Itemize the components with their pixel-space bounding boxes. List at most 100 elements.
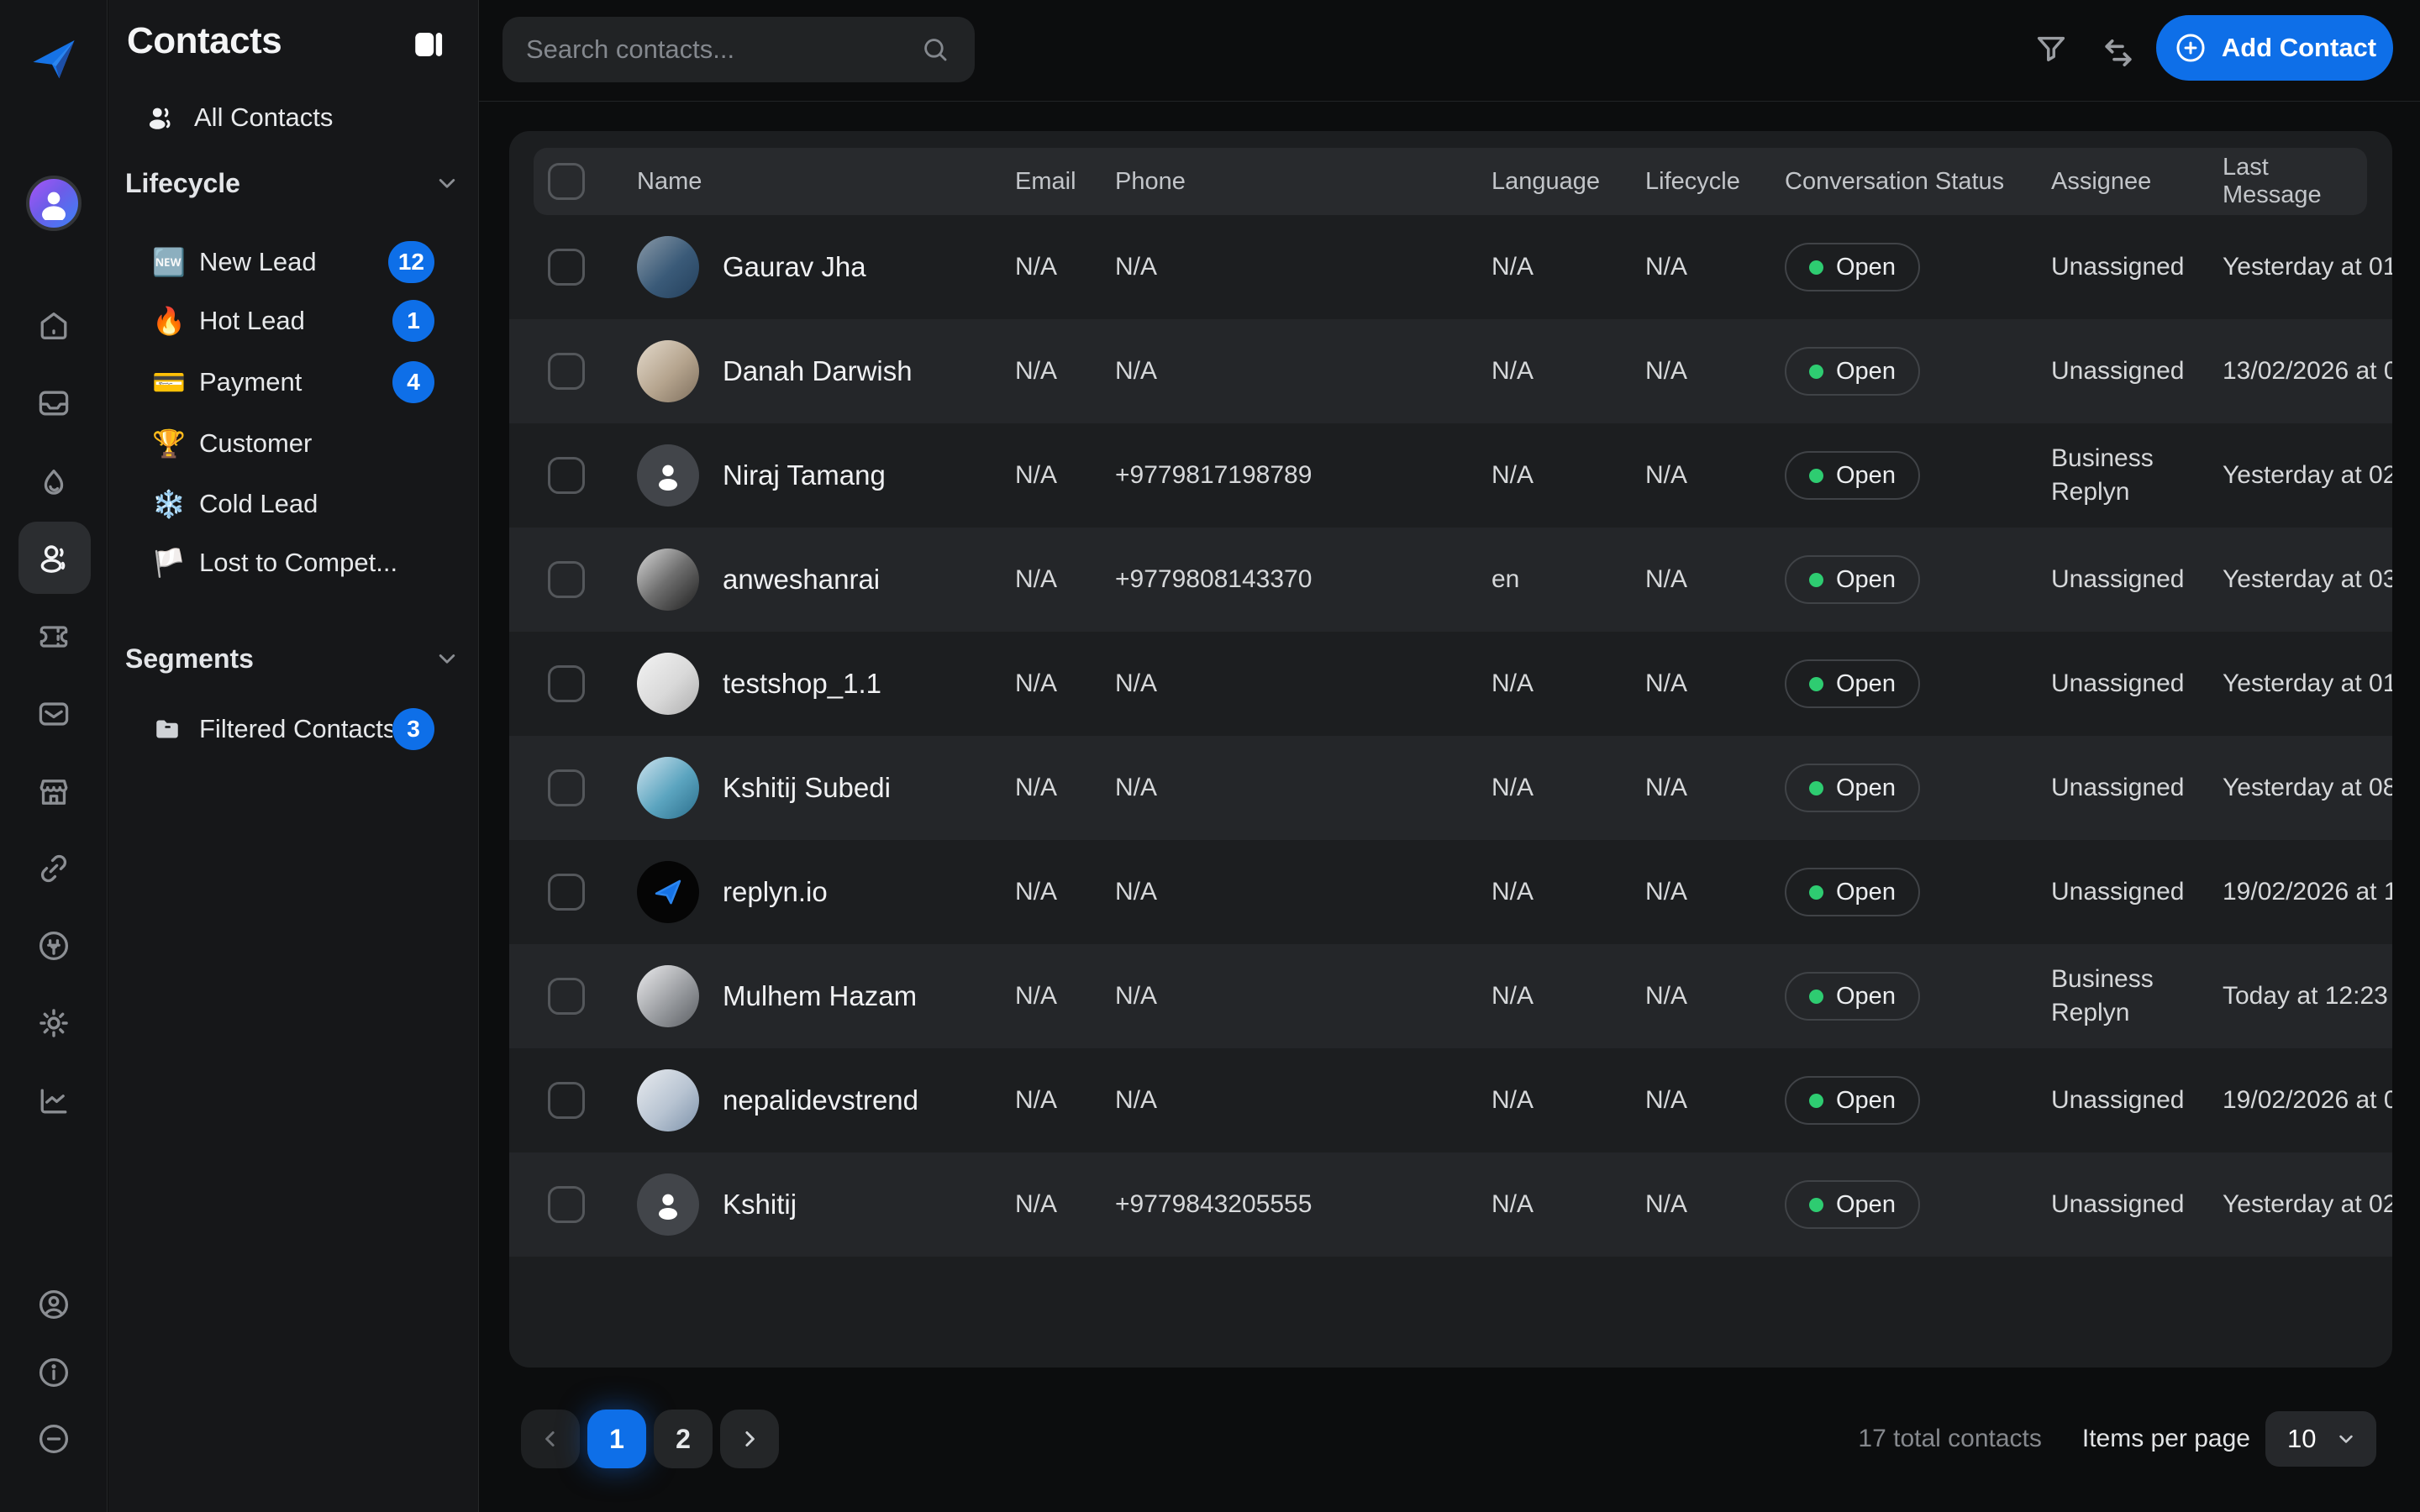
table-row[interactable]: Niraj Tamang N/A +9779817198789 N/A N/A … [509, 423, 2392, 528]
swap-arrows-icon[interactable] [2099, 34, 2138, 72]
row-checkbox[interactable] [548, 1082, 585, 1119]
avatar [637, 965, 699, 1027]
cold-lead-icon: ❄️ [152, 488, 199, 520]
customer-icon: 🏆 [152, 428, 199, 459]
status-dot [1809, 781, 1823, 795]
plug-icon[interactable] [35, 927, 72, 964]
col-header-language[interactable]: Language [1491, 168, 1645, 196]
next-page-button[interactable] [720, 1410, 779, 1468]
page-1-button[interactable]: 1 [587, 1410, 646, 1468]
sidebar-item-cold-lead[interactable]: ❄️ Cold Lead [142, 475, 465, 533]
table-row[interactable]: testshop_1.1 N/A N/A N/A N/A Open Unassi… [509, 632, 2392, 736]
flame-icon[interactable] [35, 465, 72, 501]
account-icon[interactable] [35, 1286, 72, 1323]
table-row[interactable]: replyn.io N/A N/A N/A N/A Open Unassigne… [509, 840, 2392, 944]
status-dot [1809, 1094, 1823, 1108]
replyn-logo-icon [28, 33, 80, 85]
sidebar-item-filtered-contacts[interactable]: Filtered Contacts 3 [142, 700, 465, 759]
avatar [637, 861, 699, 923]
workspace-avatar[interactable] [26, 176, 82, 231]
table-row[interactable]: anweshanrai N/A +9779808143370 en N/A Op… [509, 528, 2392, 632]
contacts-icon[interactable] [34, 538, 73, 577]
col-header-last-message[interactable]: Last Message [2223, 154, 2367, 209]
col-header-lifecycle[interactable]: Lifecycle [1645, 168, 1785, 196]
search-box [502, 17, 975, 82]
table-row[interactable]: Mulhem Hazam N/A N/A N/A N/A Open Busine… [509, 944, 2392, 1048]
sidebar-item-label: All Contacts [194, 102, 333, 133]
col-header-phone[interactable]: Phone [1115, 168, 1491, 196]
topbar-divider [479, 101, 2420, 102]
chevron-right-icon [737, 1426, 762, 1452]
status-badge: Open [1785, 243, 1920, 291]
row-checkbox[interactable] [548, 978, 585, 1015]
row-checkbox[interactable] [548, 249, 585, 286]
col-header-conversation-status[interactable]: Conversation Status [1785, 168, 2051, 196]
sidebar-item-all-contacts[interactable]: All Contacts [122, 91, 465, 144]
status-dot [1809, 1198, 1823, 1212]
users-icon [145, 102, 176, 133]
col-header-assignee[interactable]: Assignee [2051, 168, 2223, 196]
sidebar-item-payment[interactable]: 💳 Payment 4 [142, 353, 465, 412]
row-checkbox[interactable] [548, 769, 585, 806]
col-header-name[interactable]: Name [637, 168, 1015, 196]
status-dot [1809, 469, 1823, 483]
select-all-checkbox[interactable] [548, 163, 585, 200]
col-header-email[interactable]: Email [1015, 168, 1115, 196]
row-checkbox[interactable] [548, 665, 585, 702]
add-contact-button[interactable]: Add Contact [2156, 15, 2393, 81]
table-row[interactable]: Gaurav Jha N/A N/A N/A N/A Open Unassign… [509, 215, 2392, 319]
settings-icon[interactable] [35, 1005, 72, 1042]
sidebar-item-lost-to-competitor[interactable]: 🏳️ Lost to Compet... [142, 533, 465, 592]
collapse-sidebar-icon[interactable] [411, 27, 446, 62]
status-badge: Open [1785, 972, 1920, 1021]
row-checkbox[interactable] [548, 353, 585, 390]
sidebar-item-customer[interactable]: 🏆 Customer [142, 414, 465, 473]
mail-icon[interactable] [35, 696, 72, 732]
status-dot [1809, 885, 1823, 900]
lifecycle-section-header[interactable]: Lifecycle [125, 166, 461, 200]
row-checkbox[interactable] [548, 561, 585, 598]
payment-icon: 💳 [152, 366, 199, 398]
minimize-icon[interactable] [35, 1420, 72, 1457]
status-dot [1809, 573, 1823, 587]
hot-lead-icon: 🔥 [152, 305, 199, 337]
status-badge: Open [1785, 1180, 1920, 1229]
analytics-icon[interactable] [35, 1083, 72, 1120]
info-icon[interactable] [35, 1354, 72, 1391]
table-row[interactable]: Kshitij Subedi N/A N/A N/A N/A Open Unas… [509, 736, 2392, 840]
count-badge: 3 [392, 708, 434, 750]
store-icon[interactable] [35, 774, 72, 811]
status-badge: Open [1785, 1076, 1920, 1125]
sidebar-item-hot-lead[interactable]: 🔥 Hot Lead 1 [142, 291, 465, 350]
lost-flag-icon: 🏳️ [152, 547, 199, 579]
status-badge: Open [1785, 868, 1920, 916]
status-dot [1809, 260, 1823, 275]
table-header: Name Email Phone Language Lifecycle Conv… [534, 148, 2367, 215]
status-dot [1809, 990, 1823, 1004]
link-icon[interactable] [35, 850, 72, 887]
filter-icon[interactable] [2032, 30, 2070, 69]
row-checkbox[interactable] [548, 1186, 585, 1223]
home-icon[interactable] [35, 307, 72, 344]
row-checkbox[interactable] [548, 457, 585, 494]
avatar [637, 444, 699, 507]
table-row[interactable]: nepalidevstrend N/A N/A N/A N/A Open Una… [509, 1048, 2392, 1152]
inbox-icon[interactable] [35, 385, 72, 422]
search-input[interactable] [526, 34, 919, 65]
ticket-icon[interactable] [35, 618, 72, 655]
pagination-summary: 17 total contacts Items per page 10 [1858, 1410, 2376, 1468]
folder-icon [152, 714, 199, 744]
table-row[interactable]: Danah Darwish N/A N/A N/A N/A Open Unass… [509, 319, 2392, 423]
row-checkbox[interactable] [548, 874, 585, 911]
segments-section-header[interactable]: Segments [125, 642, 461, 675]
page-size-select[interactable]: 10 [2265, 1411, 2376, 1467]
prev-page-button[interactable] [521, 1410, 580, 1468]
page-2-button[interactable]: 2 [654, 1410, 713, 1468]
avatar [637, 549, 699, 611]
icon-rail [0, 0, 108, 1512]
status-badge: Open [1785, 347, 1920, 396]
sidebar-item-new-lead[interactable]: 🆕 New Lead 12 [142, 233, 465, 291]
avatar [637, 1069, 699, 1131]
table-row[interactable]: Kshitij N/A +9779843205555 N/A N/A Open … [509, 1152, 2392, 1257]
chevron-down-icon [433, 169, 461, 197]
